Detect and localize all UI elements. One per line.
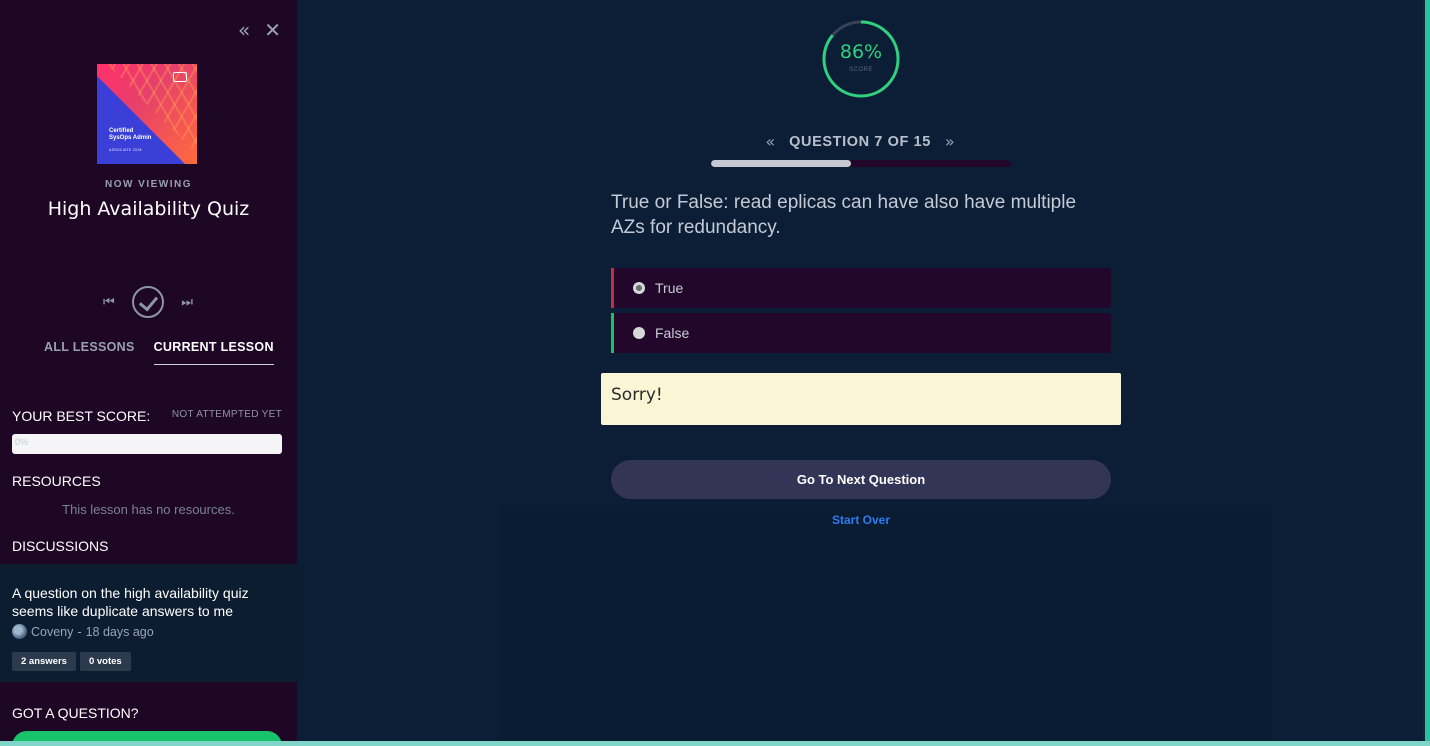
no-resources-text: This lesson has no resources. xyxy=(62,502,235,517)
meta-separator: - xyxy=(77,624,82,639)
check-circle-icon[interactable] xyxy=(132,286,164,318)
answer-label: False xyxy=(655,325,690,341)
sidebar: « ✕ Certified SysOps Admin ASSOCIATE 201… xyxy=(0,0,297,741)
feedback-message: Sorry! xyxy=(601,373,1121,425)
lesson-title: High Availability Quiz xyxy=(47,198,250,220)
quiz-progress-fill xyxy=(711,160,851,167)
answers-badge: 2 answers xyxy=(12,652,76,671)
votes-badge: 0 votes xyxy=(79,652,131,671)
skip-previous-icon[interactable]: ⏮ xyxy=(103,295,115,310)
lesson-tabs: ALL LESSONS CURRENT LESSON xyxy=(44,340,274,365)
answer-option-true[interactable]: True xyxy=(611,268,1111,308)
quiz-progress-bar xyxy=(711,160,1011,167)
lesson-player-controls: ⏮ ⏭ xyxy=(103,286,193,318)
answer-label: True xyxy=(655,280,684,296)
score-percent: 86% xyxy=(839,41,883,63)
tab-all-lessons[interactable]: ALL LESSONS xyxy=(44,340,135,365)
background-shade xyxy=(502,505,1272,741)
best-score-bar: 0% xyxy=(12,434,282,454)
close-icon[interactable]: ✕ xyxy=(264,20,281,40)
discussion-item[interactable]: A question on the high availability quiz… xyxy=(0,564,297,682)
question-text: True or False: read eplicas can have als… xyxy=(611,192,1077,238)
best-score-label: YOUR BEST SCORE: xyxy=(12,408,151,424)
next-question-icon[interactable]: » xyxy=(945,132,955,151)
course-cover-image: Certified SysOps Admin ASSOCIATE 2018 xyxy=(97,64,197,164)
sidebar-top-controls: « ✕ xyxy=(238,20,281,40)
discussion-title[interactable]: A question on the high availability quiz… xyxy=(12,584,285,620)
discussion-meta: Coveny - 18 days ago xyxy=(12,624,285,639)
previous-question-icon[interactable]: « xyxy=(765,132,775,151)
double-chevron-left-icon[interactable]: « xyxy=(238,20,250,40)
next-question-button[interactable]: Go To Next Question xyxy=(611,460,1111,499)
presentation-icon xyxy=(173,72,187,82)
window-border-right-inner xyxy=(1423,0,1425,746)
cover-line-1: Certified xyxy=(109,128,134,134)
avatar xyxy=(12,624,27,639)
radio-unselected-icon[interactable] xyxy=(633,327,645,339)
question-counter: QUESTION 7 OF 15 xyxy=(789,133,931,150)
score-label: SCORE xyxy=(849,67,873,73)
cover-line-3: ASSOCIATE 2018 xyxy=(109,148,142,152)
discussion-badges: 2 answers 0 votes xyxy=(12,652,285,671)
discussion-author: Coveny xyxy=(31,624,74,639)
tab-current-lesson[interactable]: CURRENT LESSON xyxy=(153,340,274,365)
resources-heading: RESOURCES xyxy=(12,473,101,489)
best-score-bar-text: 0% xyxy=(15,437,29,447)
skip-next-icon[interactable]: ⏭ xyxy=(181,295,193,310)
radio-selected-icon[interactable] xyxy=(633,282,645,294)
cover-line-2: SysOps Admin xyxy=(109,135,152,141)
got-question-heading: GOT A QUESTION? xyxy=(12,705,139,721)
start-over-link[interactable]: Start Over xyxy=(611,513,1111,527)
ask-question-button[interactable] xyxy=(12,731,282,741)
discussion-time: 18 days ago xyxy=(85,624,154,639)
best-score-status: NOT ATTEMPTED YET xyxy=(171,409,282,420)
discussions-heading: DISCUSSIONS xyxy=(12,538,109,554)
answer-option-false[interactable]: False xyxy=(611,313,1111,353)
quiz-main-panel xyxy=(297,0,1423,741)
now-viewing-label: NOW VIEWING xyxy=(104,179,193,190)
window-border-bottom xyxy=(0,741,1430,746)
question-navigation: « QUESTION 7 OF 15 » xyxy=(700,132,1020,151)
